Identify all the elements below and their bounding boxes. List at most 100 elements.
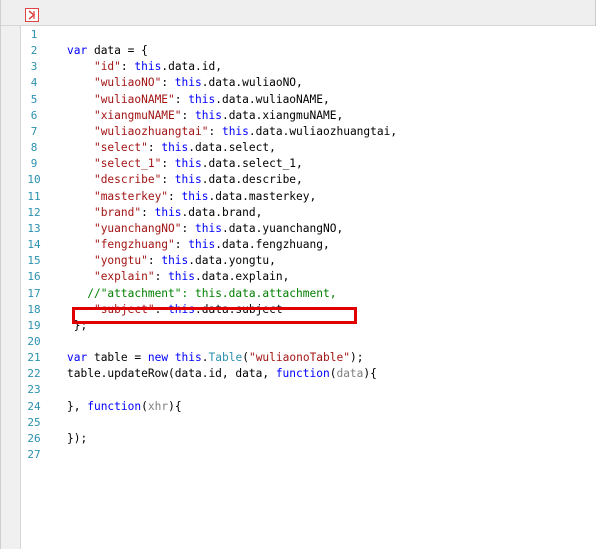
code-viewer-window: 1 2 var data = {3 "id": this.data.id, 4 "wu… — [0, 0, 596, 549]
collapse-expand-icon[interactable] — [25, 8, 39, 22]
line-content: "select": this.data.select, — [67, 140, 276, 156]
code-token: this — [174, 76, 202, 90]
code-token: this — [161, 141, 189, 155]
line-number: 27 — [27, 448, 41, 462]
line-content: "brand": this.data.brand, — [67, 205, 262, 221]
left-margin-strip — [1, 26, 21, 549]
code-token: .data.yongtu, — [188, 254, 276, 268]
code-token: new — [147, 351, 169, 365]
code-token: var — [67, 44, 88, 58]
code-token: table = — [87, 351, 148, 365]
code-token: "describe" — [93, 173, 162, 187]
code-token: this — [195, 221, 222, 235]
line-content: "fengzhuang": this.data.fengzhuang, — [67, 237, 330, 253]
toolbar — [1, 0, 596, 26]
code-token: this — [168, 270, 196, 284]
code-token: this — [221, 124, 249, 138]
code-token: : — [161, 76, 175, 90]
code-token: : — [208, 124, 222, 138]
code-token: "wuliaoNAME" — [93, 92, 175, 106]
line-number: 6 — [30, 108, 38, 122]
highlight-box — [72, 307, 357, 324]
code-token: : — [181, 108, 195, 122]
line-number: 11 — [27, 189, 41, 203]
code-token: .data.wuliaoNO, — [201, 76, 303, 90]
line-number: 17 — [27, 286, 41, 300]
line-number: 3 — [30, 60, 38, 74]
line-content: "xiangmuNAME": this.data.xiangmuNAME, — [67, 108, 343, 124]
line-content: //"attachment": this.data.attachment, — [67, 286, 336, 302]
code-token: "xiangmuNAME" — [93, 108, 182, 122]
code-token: //"attachment": this.data.attachment, — [87, 286, 337, 300]
code-token: this — [154, 205, 182, 219]
code-token: .data.id, — [161, 60, 222, 74]
code-token: var — [67, 351, 88, 365]
code-token: .data.wuliaozhuangtai, — [248, 124, 398, 138]
code-token: : — [161, 157, 175, 171]
line-number: 7 — [30, 124, 38, 138]
line-number: 15 — [27, 254, 41, 268]
code-token: : — [154, 270, 169, 284]
code-token: ){ — [363, 367, 377, 381]
code-token: table.updateRow(data.id, data, — [67, 367, 276, 381]
code-token: : — [147, 254, 162, 268]
code-token: "brand" — [93, 205, 142, 219]
code-token: .data.masterkey, — [208, 189, 317, 203]
line-number: 26 — [27, 431, 41, 445]
code-token: .data.yuanchangNO, — [221, 221, 344, 235]
code-token: ( — [242, 351, 249, 365]
code-token: "explain" — [93, 270, 155, 284]
line-content: "wuliaoNO": this.data.wuliaoNO, — [67, 75, 303, 91]
code-token: : — [161, 173, 175, 187]
line-content: "wuliaoNAME": this.data.wuliaoNAME, — [67, 92, 330, 108]
code-token: : — [168, 189, 182, 203]
code-token: : — [147, 141, 162, 155]
code-token: this — [188, 238, 216, 252]
code-token: }); — [67, 431, 88, 445]
line-number: 1 — [30, 28, 38, 41]
code-token: xhr — [147, 399, 169, 413]
line-number: 12 — [27, 205, 41, 219]
code-token: this — [181, 189, 209, 203]
code-token: : — [181, 221, 195, 235]
code-token: "yongtu" — [93, 254, 148, 268]
code-token: this — [195, 108, 222, 122]
code-token: "wuliaoNO" — [93, 76, 162, 90]
code-token: this — [174, 173, 202, 187]
code-token: .data.fengzhuang, — [215, 238, 330, 252]
code-token: ); — [350, 351, 364, 365]
line-content: "yuanchangNO": this.data.yuanchangNO, — [67, 221, 343, 237]
line-content: }); — [67, 431, 87, 447]
code-token: .data.explain, — [195, 270, 290, 284]
code-token: : — [174, 92, 189, 106]
code-token: .data.select, — [188, 141, 276, 155]
code-token: Table — [208, 351, 243, 365]
code-token: "yuanchangNO" — [93, 221, 182, 235]
code-token: data — [336, 367, 364, 381]
code-token: this — [188, 92, 216, 106]
line-number: 13 — [27, 221, 41, 235]
code-token: "id" — [93, 60, 121, 74]
code-token: .data.wuliaoNAME, — [215, 92, 330, 106]
line-number: 21 — [27, 351, 41, 365]
line-number: 22 — [27, 367, 41, 381]
line-number: 20 — [27, 334, 41, 348]
code-token: . — [201, 351, 209, 365]
code-token: data = { — [87, 44, 148, 58]
line-content: "select_1": this.data.select_1, — [67, 156, 303, 172]
line-content: "describe": this.data.describe, — [67, 172, 303, 188]
code-token: ( — [141, 399, 148, 413]
code-token: : — [120, 60, 135, 74]
line-content: var table = new this.Table("wuliaonoTabl… — [67, 350, 363, 366]
code-token: ){ — [168, 399, 182, 413]
code-editor[interactable]: 1 2 var data = {3 "id": this.data.id, 4 "wu… — [21, 26, 596, 549]
